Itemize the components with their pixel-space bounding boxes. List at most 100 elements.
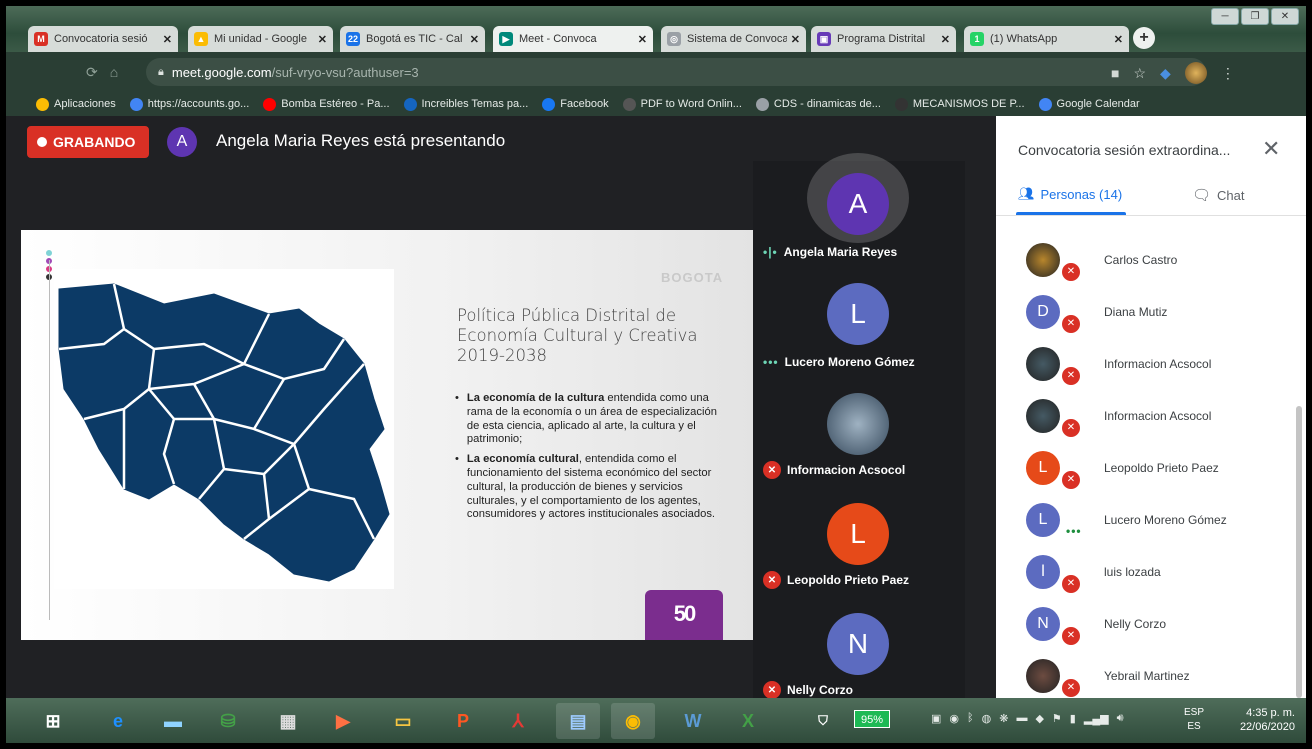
tray-chrome-icon[interactable]: ◉ — [949, 712, 959, 725]
bookmark-item[interactable]: MECANISMOS DE P... — [894, 97, 1025, 111]
close-tab-icon[interactable]: ✕ — [638, 33, 647, 46]
browser-tab[interactable]: ▣ Programa Distrital ✕ — [811, 26, 956, 52]
bookmark-label: Google Calendar — [1056, 98, 1140, 110]
bookmark-item[interactable]: Google Calendar — [1038, 97, 1140, 111]
bluetooth-icon[interactable]: ᛒ — [967, 712, 974, 725]
menu-icon[interactable]: ⋮ — [1221, 65, 1235, 82]
maximize-button[interactable]: ❐ — [1241, 8, 1269, 25]
close-tab-icon[interactable]: ✕ — [318, 33, 327, 46]
battery-indicator[interactable]: 95% — [854, 710, 890, 728]
network-icon[interactable]: ◆ — [1035, 712, 1043, 725]
close-tab-icon[interactable]: ✕ — [941, 33, 950, 46]
close-tab-icon[interactable]: ✕ — [791, 33, 800, 46]
shield-icon[interactable]: ⛉ — [801, 703, 845, 739]
browser-tab[interactable]: ▲ Mi unidad - Google ✕ — [188, 26, 333, 52]
word-icon[interactable]: W — [671, 703, 715, 739]
participant-tiles: A •|• Angela Maria Reyes L ••• Lucero Moreno … — [753, 153, 965, 699]
start-button[interactable]: ⊞ — [31, 703, 75, 739]
people-icon: 👥︎ — [1018, 186, 1035, 201]
chrome-icon[interactable]: ◉ — [611, 703, 655, 739]
tray-app-icon[interactable]: ▮ — [1070, 712, 1076, 725]
person-row[interactable]: L ••• Lucero Moreno Gómez — [996, 494, 1296, 546]
tab-chat[interactable]: 🗨︎ Chat — [1192, 186, 1245, 204]
participant-tile[interactable]: L ✕ Leopoldo Prieto Paez — [753, 491, 965, 599]
bookmark-item[interactable]: Increibles Temas pa... — [403, 97, 529, 111]
bookmark-item[interactable]: PDF to Word Onlin... — [622, 97, 742, 111]
home-icon[interactable]: ⌂ — [110, 64, 118, 81]
clock[interactable]: 4:35 p. m. 22/06/2020 — [1223, 706, 1295, 734]
media-player-icon[interactable]: ▶ — [321, 703, 365, 739]
meet-icon: ▶ — [499, 32, 513, 46]
browser-tab[interactable]: 22 Bogotá es TIC - Cal ✕ — [340, 26, 485, 52]
minimize-button[interactable]: ─ — [1211, 8, 1239, 25]
person-row[interactable]: ✕ Yebrail Martinez — [996, 650, 1296, 698]
close-tab-icon[interactable]: ✕ — [163, 33, 172, 46]
bookmark-item[interactable]: Bomba Estéreo - Pa... — [263, 97, 390, 111]
profile-avatar[interactable] — [1184, 62, 1207, 84]
language-indicator[interactable]: ESP ES — [1184, 706, 1204, 734]
person-row[interactable]: ✕ Informacion Acsocol — [996, 390, 1296, 442]
bookmark-label: Aplicaciones — [54, 98, 116, 110]
bookmark-label: Increibles Temas pa... — [421, 98, 529, 110]
excel-icon[interactable]: X — [726, 703, 770, 739]
browser-tab[interactable]: ◎ Sistema de Convoca ✕ — [661, 26, 806, 52]
url-field[interactable]: 🔒︎ meet.google.com /suf-vryo-vsu?authuse… — [146, 58, 1206, 86]
person-row[interactable]: ✕ Informacion Acsocol — [996, 338, 1296, 390]
participant-tile[interactable]: ✕ Informacion Acsocol — [753, 381, 965, 489]
mic-off-icon: ✕ — [1060, 417, 1082, 439]
people-list-scrollbar[interactable] — [1296, 406, 1302, 698]
participant-avatar: A — [827, 173, 889, 235]
acrobat-icon[interactable]: ⅄ — [496, 703, 540, 739]
bookmark-item[interactable]: Aplicaciones — [36, 97, 116, 111]
bookmark-item[interactable]: Facebook — [542, 97, 609, 111]
bookmark-item[interactable]: CDS - dinamicas de... — [755, 97, 881, 111]
store-icon[interactable]: ⛁ — [206, 703, 250, 739]
calculator-icon[interactable]: ▦ — [266, 703, 310, 739]
close-tab-icon[interactable]: ✕ — [470, 33, 479, 46]
browser-tab[interactable]: M Convocatoria sesió ✕ — [28, 26, 178, 52]
mic-off-icon: ✕ — [1060, 469, 1082, 491]
close-window-button[interactable]: ✕ — [1271, 8, 1299, 25]
tray-app-icon[interactable]: ◍ — [982, 712, 992, 725]
google-icon — [129, 97, 143, 111]
tab-people-label: Personas (14) — [1040, 186, 1123, 202]
internet-explorer-icon[interactable]: e — [96, 703, 140, 739]
reload-icon[interactable]: ⟳ — [86, 64, 98, 81]
close-tab-icon[interactable]: ✕ — [1114, 33, 1123, 46]
camera-icon[interactable]: ■ — [1111, 65, 1119, 81]
people-list: ✕ Carlos Castro D ✕ Diana Mutiz ✕ Informacion … — [996, 216, 1296, 698]
close-panel-icon[interactable]: ✕ — [1262, 136, 1280, 162]
participant-tile[interactable]: L ••• Lucero Moreno Gómez — [753, 271, 965, 379]
file-explorer-icon[interactable]: ▭ — [381, 703, 425, 739]
tray-app-icon[interactable]: ▬ — [1016, 712, 1027, 725]
signal-icon[interactable]: ▂▄▆ — [1084, 712, 1109, 725]
flag-icon[interactable]: ⚑ — [1052, 712, 1062, 725]
bookmark-star-icon[interactable]: ☆ — [1133, 65, 1146, 82]
browser-tab[interactable]: ▶ Meet - Convoca ✕ — [493, 26, 653, 52]
powerpoint-icon[interactable]: P — [441, 703, 485, 739]
participant-tile[interactable]: N ✕ Nelly Corzo — [753, 601, 965, 709]
tab-people[interactable]: 👥︎ Personas (14) — [1018, 186, 1122, 202]
browser-tab[interactable]: 1 (1) WhatsApp ✕ — [964, 26, 1129, 52]
slide-bullet: • La economía cultural, entendida como e… — [455, 453, 716, 521]
tray-app-icon[interactable]: ❋ — [999, 712, 1008, 725]
participant-name: Nelly Corzo — [787, 683, 854, 697]
bookmark-item[interactable]: https://accounts.go... — [129, 97, 249, 111]
person-row[interactable]: ✕ Carlos Castro — [996, 234, 1296, 286]
extension-icon[interactable]: ◆ — [1160, 65, 1171, 82]
person-row[interactable]: D ✕ Diana Mutiz — [996, 286, 1296, 338]
tab-title: Convocatoria sesió — [54, 33, 148, 45]
slide-bullets: • La economía de la cultura entendida co… — [455, 392, 717, 528]
tray-app-icon[interactable]: ▣ — [931, 712, 941, 725]
person-row[interactable]: N ✕ Nelly Corzo — [996, 598, 1296, 650]
volume-icon[interactable]: 🔊︎ — [1117, 712, 1124, 725]
person-row[interactable]: l ✕ luis lozada — [996, 546, 1296, 598]
new-tab-button[interactable]: + — [1133, 27, 1155, 49]
participant-tile[interactable]: A •|• Angela Maria Reyes — [753, 153, 965, 269]
slide-title: Política Pública Distrital de Economía C… — [457, 306, 717, 366]
person-row[interactable]: L ✕ Leopoldo Prieto Paez — [996, 442, 1296, 494]
control-panel-icon[interactable]: ▤ — [556, 703, 600, 739]
apps-icon — [36, 97, 49, 111]
lenovo-app-icon[interactable]: ▬ — [151, 703, 195, 739]
person-avatar — [1026, 243, 1060, 277]
